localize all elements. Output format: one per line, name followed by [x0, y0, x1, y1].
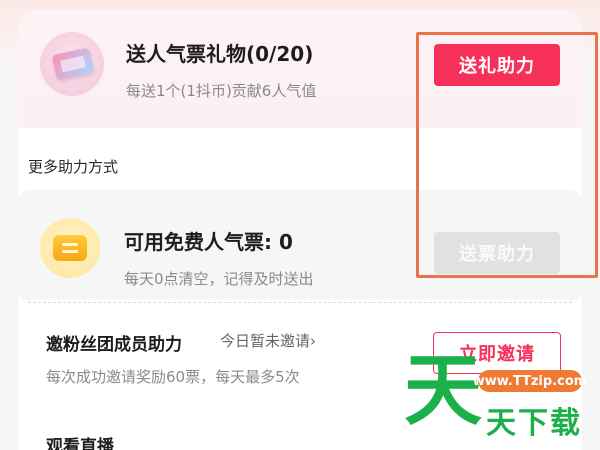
watch-live-title: 观看直播: [46, 437, 114, 450]
gift-ticket-subtitle: 每送1个(1抖币)贡献6人气值: [126, 82, 317, 100]
gift-ticket-title: 送人气票礼物(0/20): [126, 42, 314, 66]
dashed-divider: [28, 302, 572, 303]
watermark-text: 天下载: [486, 406, 582, 441]
invite-status-link[interactable]: 今日暂未邀请›: [220, 330, 316, 351]
free-ticket-subtitle: 每天0点清空，记得及时送出: [124, 270, 314, 288]
free-ticket-title: 可用免费人气票: 0: [124, 230, 293, 254]
invite-fans-title: 邀粉丝团成员助力: [46, 335, 182, 355]
free-ticket-icon: [40, 218, 100, 278]
invite-status-text: 今日暂未邀请: [220, 332, 311, 350]
watermark-url: www.TTzip.com: [473, 370, 587, 392]
highlight-annotation-box: [416, 32, 598, 278]
section-label-more-ways: 更多助力方式: [28, 158, 119, 176]
chevron-right-icon: ›: [310, 332, 317, 350]
invite-fans-subtitle: 每次成功邀请奖励60票，每天最多5次: [46, 368, 300, 386]
ticket-gift-icon: [40, 32, 104, 96]
watermark-logo: 天: [404, 346, 483, 436]
